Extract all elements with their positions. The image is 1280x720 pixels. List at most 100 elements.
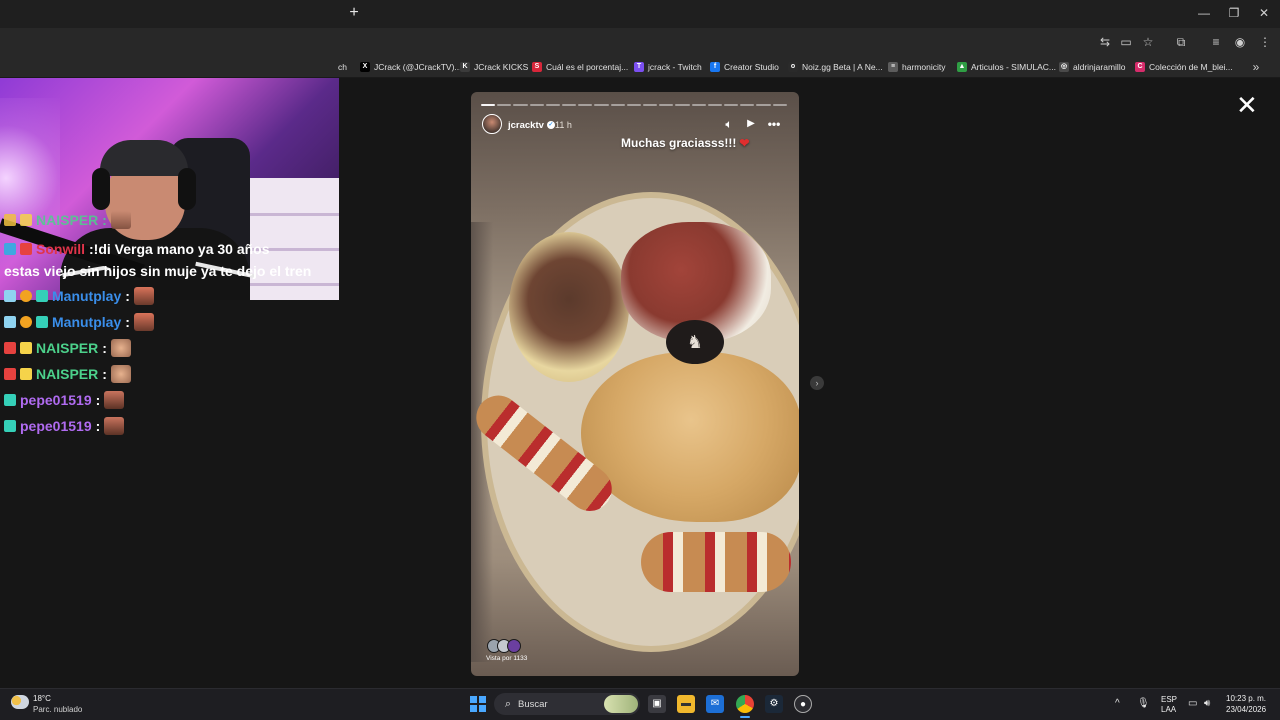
outlook-icon[interactable]: ✉: [706, 695, 724, 713]
progress-segment: [610, 104, 625, 106]
clock-date[interactable]: 23/04/2026: [1226, 705, 1266, 714]
translate-icon[interactable]: ⇆: [1097, 34, 1113, 50]
bits-badge-icon: [36, 316, 48, 328]
coin-badge-icon: [20, 316, 32, 328]
close-window-button[interactable]: ✕: [1249, 5, 1279, 21]
bookmark-item[interactable]: X JCrack (@JCrackTV)...: [360, 60, 462, 74]
media-controls-icon[interactable]: ≡: [1208, 34, 1224, 50]
task-view-icon[interactable]: ▣: [648, 695, 666, 713]
chevron-up-icon[interactable]: ^: [1115, 698, 1120, 710]
chat-username[interactable]: NAISPER: [36, 340, 98, 356]
windows-start-icon[interactable]: [470, 696, 486, 712]
menu-kebab-icon[interactable]: ⋮: [1257, 34, 1273, 50]
chat-username[interactable]: pepe01519: [20, 392, 92, 408]
story-image-skewer: [641, 532, 791, 592]
restore-button[interactable]: ❐: [1219, 5, 1249, 21]
tab-strip: [0, 0, 1280, 28]
bookmark-item[interactable]: o Noiz.gg Beta | A Ne...: [788, 60, 883, 74]
cast-icon[interactable]: ▭: [1118, 34, 1134, 50]
minimize-button[interactable]: —: [1189, 5, 1219, 21]
obs-icon[interactable]: ●: [794, 695, 812, 713]
bookmark-label: harmonicity: [902, 62, 946, 72]
chat-text: :: [125, 288, 130, 304]
bookmark-item[interactable]: ▲ Articulos - SIMULAC...: [957, 60, 1056, 74]
more-options-icon[interactable]: •••: [766, 117, 782, 131]
volume-icon[interactable]: 🔊︎: [1204, 698, 1210, 710]
facebook-icon: f: [710, 62, 720, 72]
weather-desc[interactable]: Parc. nublado: [33, 705, 82, 714]
bookmark-item[interactable]: S Cuál es el porcentaj...: [532, 60, 628, 74]
profile-icon[interactable]: ◉: [1232, 34, 1248, 50]
bookmark-item[interactable]: f Creator Studio: [710, 60, 779, 74]
bookmark-label: Noiz.gg Beta | A Ne...: [802, 62, 883, 72]
progress-segment: [545, 104, 561, 106]
coin-badge-icon: [20, 290, 32, 302]
progress-segment: [756, 104, 771, 106]
bookmark-label: JCrack (@JCrackTV)...: [374, 62, 462, 72]
close-story-icon[interactable]: ✕: [1236, 92, 1258, 118]
crown-badge-icon: [20, 214, 32, 226]
chat-message: NAISPER :: [4, 364, 131, 384]
chat-message: pepe01519 :: [4, 416, 125, 436]
noiz-icon: o: [788, 62, 798, 72]
next-story-arrow-icon[interactable]: ›: [810, 376, 824, 390]
steam-icon[interactable]: ⚙: [765, 695, 783, 713]
bookmark-label: JCrack KICKS: [474, 62, 529, 72]
bookmark-item[interactable]: C Colección de M_blei...: [1135, 60, 1233, 74]
bookmark-label: aldrinjaramillo: [1073, 62, 1126, 72]
shield-badge-icon: [4, 342, 16, 354]
badge-icon: [4, 290, 16, 302]
avatar[interactable]: [482, 114, 502, 134]
heart-icon: ❤: [739, 136, 750, 150]
progress-segment: [626, 104, 642, 106]
star-bookmark-icon[interactable]: ☆: [1140, 34, 1156, 50]
new-tab-button[interactable]: +: [346, 5, 362, 21]
bookmark-item[interactable]: ≡ harmonicity: [888, 60, 945, 74]
progress-segment: [578, 104, 593, 106]
bookmark-label: Articulos - SIMULAC...: [971, 62, 1057, 72]
story-image-food: [509, 232, 629, 382]
mute-icon[interactable]: 🔈︎: [721, 117, 737, 131]
notes-icon: ≡: [888, 62, 898, 72]
file-explorer-icon[interactable]: ▬: [677, 695, 695, 713]
story-username[interactable]: jcracktv ✓: [508, 119, 555, 131]
bookmark-item[interactable]: ch: [338, 60, 347, 74]
story-views-count[interactable]: Vista por 1133: [486, 655, 527, 662]
story-viewers[interactable]: [487, 639, 521, 653]
weather-cloud-sun-icon[interactable]: [11, 695, 29, 709]
clock-time[interactable]: 10:23 p. m.: [1226, 694, 1266, 703]
bookmark-item[interactable]: K JCrack KICKS: [460, 60, 528, 74]
network-icon[interactable]: ▭: [1188, 698, 1197, 710]
chat-username[interactable]: Manutplay: [52, 314, 121, 330]
chrome-icon[interactable]: [736, 695, 754, 713]
weather-temp[interactable]: 18°C: [33, 694, 51, 703]
progress-segment: [659, 104, 674, 106]
chat-username[interactable]: NAISPER: [36, 366, 98, 382]
emote-icon: [104, 417, 125, 435]
bookmark-item[interactable]: Tjcrack - Twitch: [634, 60, 702, 74]
progress-segment: [513, 104, 528, 106]
emote-icon: [104, 391, 125, 409]
bookmark-label: ch: [338, 62, 347, 72]
crown-badge-icon: [20, 368, 32, 380]
microphone-icon[interactable]: 🎙︎: [1137, 698, 1150, 710]
progress-segment: [562, 104, 577, 106]
chat-message-partial: NAISPER :: [4, 210, 131, 230]
emote-icon: [110, 365, 131, 383]
chat-text: :: [95, 392, 101, 408]
more-bookmarks-icon[interactable]: »: [1248, 59, 1264, 75]
chat-username[interactable]: pepe01519: [20, 418, 92, 434]
extensions-icon[interactable]: ⧉: [1173, 34, 1189, 50]
bookmark-item[interactable]: ◎ aldrinjaramillo: [1059, 60, 1125, 74]
story-viewer[interactable]: ♞ jcracktv ✓ 11 h 🔈︎ ▶ ••• Muchas gracia…: [471, 92, 799, 676]
progress-segment: [691, 104, 706, 106]
rooster-logo-icon: ♞: [666, 320, 724, 364]
search-placeholder[interactable]: Buscar: [518, 699, 548, 710]
chat-username[interactable]: Manutplay: [52, 288, 121, 304]
keyboard-layout[interactable]: LAA: [1161, 705, 1176, 714]
play-icon[interactable]: ▶: [743, 117, 759, 131]
language-indicator[interactable]: ESP: [1161, 695, 1177, 704]
page-content: NAISPER : Sonwill :!di Verga mano ya 30 …: [0, 78, 1280, 688]
progress-segment: [740, 104, 755, 106]
chat-username[interactable]: Sonwill: [36, 241, 85, 257]
